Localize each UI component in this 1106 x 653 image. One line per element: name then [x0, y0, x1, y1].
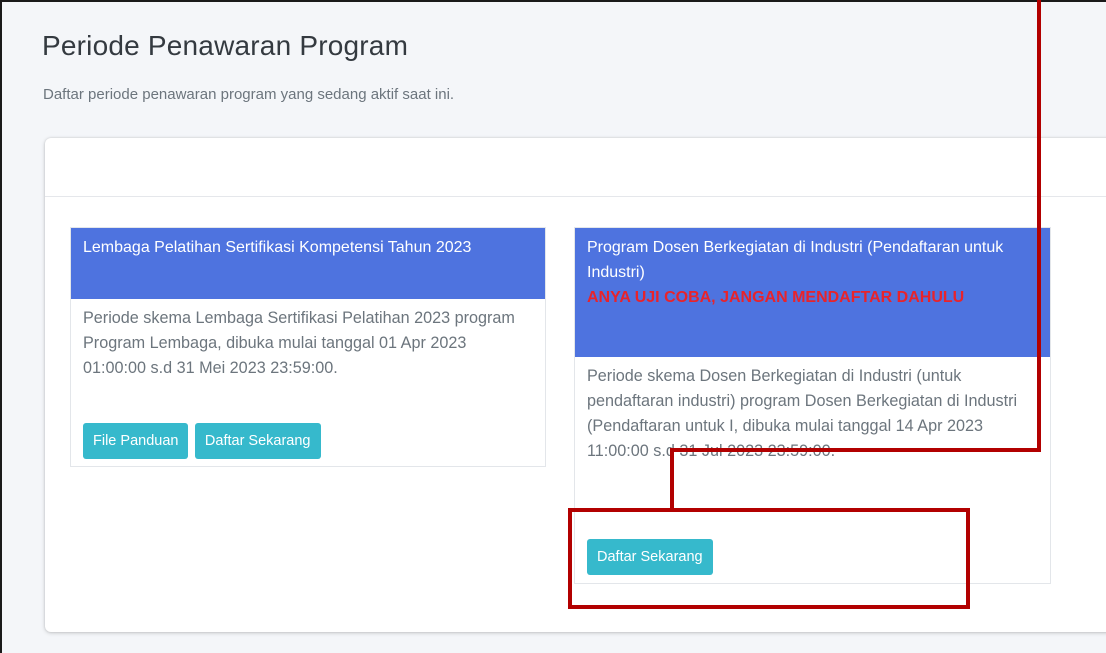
- program-card-header: Lembaga Pelatihan Sertifikasi Kompetensi…: [71, 228, 545, 299]
- annotation-line-vertical-right: [1037, 0, 1041, 452]
- daftar-sekarang-button[interactable]: Daftar Sekarang: [194, 423, 321, 459]
- page-title: Periode Penawaran Program: [42, 30, 409, 61]
- annotation-highlight-box: [568, 508, 970, 609]
- page-frame: Periode Penawaran Program Daftar periode…: [0, 0, 1106, 653]
- program-description: Periode skema Lembaga Sertifikasi Pelati…: [83, 309, 515, 377]
- annotation-line-vertical-left: [670, 448, 674, 510]
- program-title: Lembaga Pelatihan Sertifikasi Kompetensi…: [83, 239, 472, 256]
- warning-text: ANYA UJI COBA, JANGAN MENDAFTAR DAHULU: [587, 289, 965, 306]
- program-actions: File Panduan Daftar Sekarang: [83, 423, 323, 459]
- program-card-lembaga: Lembaga Pelatihan Sertifikasi Kompetensi…: [70, 227, 546, 467]
- card-header: [45, 138, 1106, 197]
- annotation-line-horizontal: [670, 448, 1041, 452]
- program-title: Program Dosen Berkegiatan di Industri (P…: [587, 239, 1004, 281]
- file-panduan-button[interactable]: File Panduan: [83, 423, 189, 459]
- program-card-header: Program Dosen Berkegiatan di Industri (P…: [575, 228, 1050, 357]
- page-subtitle: Daftar periode penawaran program yang se…: [43, 86, 455, 103]
